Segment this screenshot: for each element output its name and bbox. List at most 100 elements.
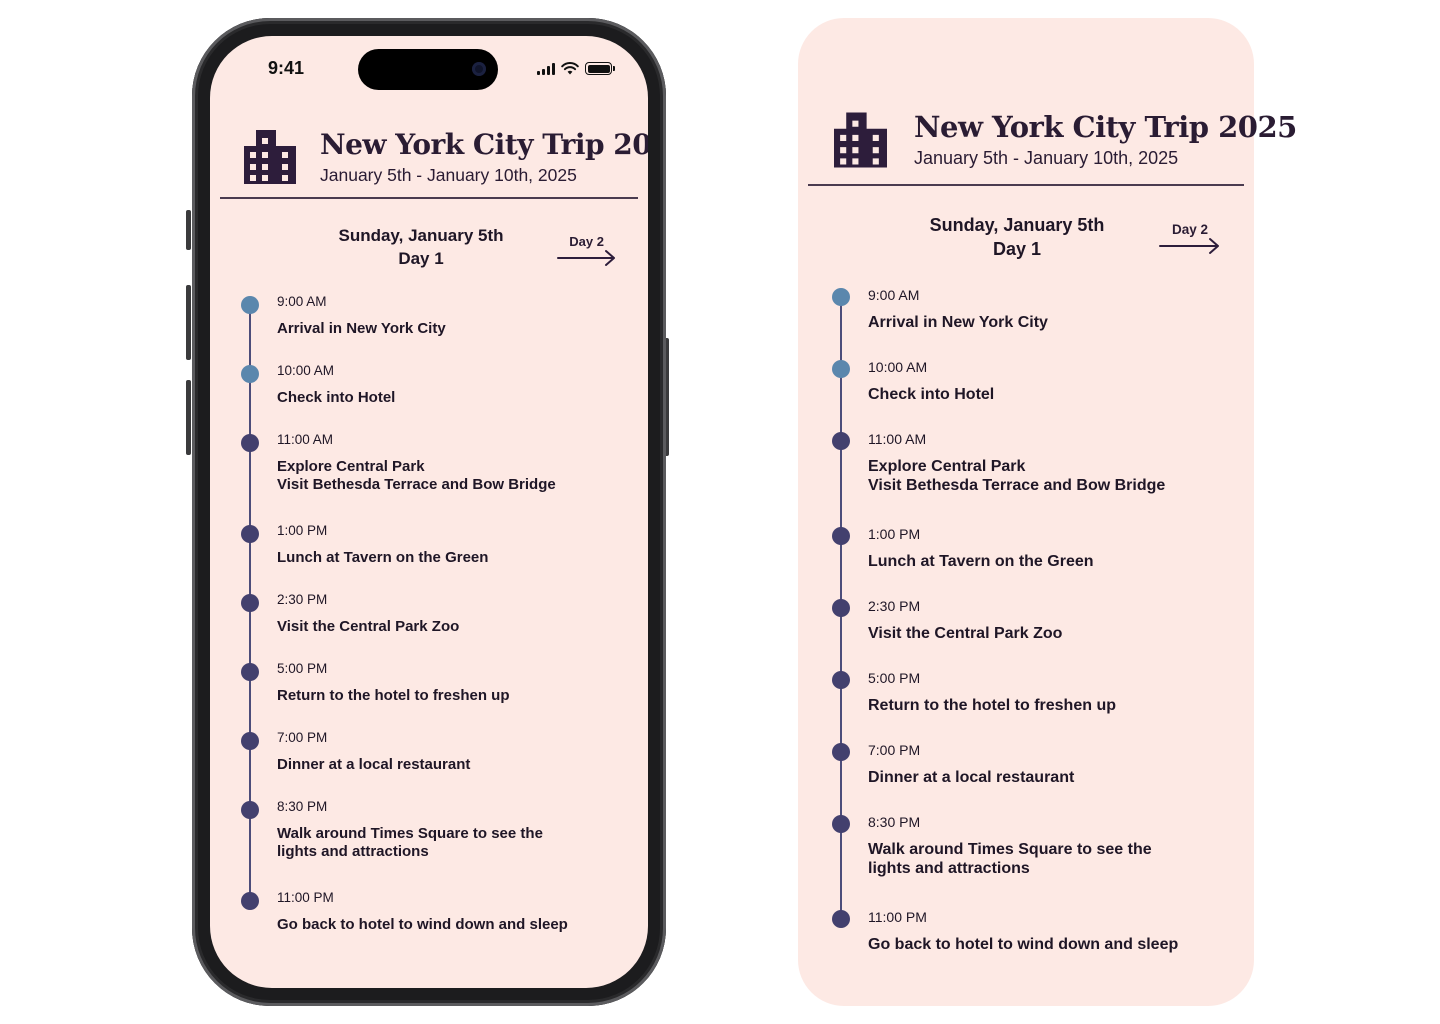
timeline-dot [832, 599, 850, 617]
event-time: 11:00 AM [277, 432, 334, 447]
event-description-line: Lunch at Tavern on the Green [868, 553, 1094, 570]
event-time: 2:30 PM [868, 598, 921, 614]
next-day-label: Day 2 [1171, 222, 1208, 237]
trip-header: New York City Trip 2025 January 5th - Ja… [834, 110, 1297, 169]
status-time: 9:41 [268, 58, 305, 78]
event-description-line: lights and attractions [868, 860, 1030, 877]
event-description-line: Go back to hotel to wind down and sleep [277, 916, 568, 933]
event-description-line: Visit the Central Park Zoo [277, 618, 460, 635]
event-time: 1:00 PM [277, 523, 328, 538]
day-date: Sunday, January 5th [929, 215, 1105, 235]
timeline-dot [241, 594, 259, 612]
event-time: 2:30 PM [277, 592, 328, 607]
building-icon [244, 130, 296, 184]
event-description: Go back to hotel to wind down and sleep [277, 916, 577, 934]
timeline-dot [832, 910, 850, 928]
event-description: Visit the Central Park Zoo [868, 624, 1188, 643]
event-description: Arrival in New York City [868, 313, 1188, 332]
timeline-dot [241, 732, 259, 750]
timeline-dot [832, 288, 850, 306]
timeline: 9:00 AM Arrival in New York City 10:00 AM C… [241, 294, 631, 936]
timeline-dot [241, 663, 259, 681]
arrow-right-icon [1159, 238, 1219, 254]
event-description: Return to the hotel to freshen up [868, 696, 1188, 715]
timeline-dot [241, 365, 259, 383]
event-description-line: Visit Bethesda Terrace and Bow Bridge [868, 477, 1166, 494]
event-description-line: Return to the hotel to freshen up [277, 687, 510, 704]
event-description: Lunch at Tavern on the Green [277, 549, 577, 567]
next-day-button[interactable]: Day 2 [1158, 222, 1222, 255]
timeline-dot [832, 527, 850, 545]
event-description: Explore Central Park Visit Bethesda Terra… [277, 458, 577, 494]
event-description: Explore Central Park Visit Bethesda Terra… [868, 457, 1188, 495]
timeline-dot [832, 671, 850, 689]
phone-volume-up-button [186, 285, 191, 360]
status-icons [537, 62, 615, 75]
event-description-line: Go back to hotel to wind down and sleep [868, 936, 1179, 953]
event-time: 10:00 AM [868, 359, 928, 375]
itinerary-card: New York City Trip 2025 January 5th - Ja… [798, 18, 1297, 1006]
camera-icon [472, 62, 486, 76]
event-description: Visit the Central Park Zoo [277, 618, 577, 636]
event-time: 10:00 AM [277, 363, 335, 378]
next-day-label: Day 2 [569, 234, 604, 249]
event-time: 8:30 PM [277, 799, 328, 814]
stage: 9:41 New York City Trip 2025 January 5th… [0, 0, 1440, 1024]
event-description: Walk around Times Square to see the light… [868, 840, 1188, 878]
trip-dates: January 5th - January 10th, 2025 [914, 148, 1179, 168]
event-description: Check into Hotel [277, 389, 577, 407]
event-description-line: Lunch at Tavern on the Green [277, 549, 489, 566]
event-time: 11:00 AM [868, 431, 927, 447]
event-time: 7:00 PM [868, 742, 921, 758]
timeline-dot [241, 434, 259, 452]
event-description-line: Arrival in New York City [277, 320, 446, 337]
event-time: 9:00 AM [868, 287, 920, 303]
event-description: Lunch at Tavern on the Green [868, 552, 1188, 571]
timeline-dot [832, 815, 850, 833]
building-icon [834, 111, 887, 168]
battery-icon [585, 62, 615, 75]
dynamic-island [358, 49, 498, 90]
header-divider [808, 184, 1244, 186]
timeline-dot [241, 892, 259, 910]
day-date: Sunday, January 5th [338, 226, 504, 245]
signal-icon [537, 62, 555, 75]
timeline-dot [832, 360, 850, 378]
event-description-line: lights and attractions [277, 843, 429, 860]
event-description-line: Visit the Central Park Zoo [868, 625, 1063, 642]
event-description-line: Dinner at a local restaurant [868, 769, 1075, 786]
event-description: Check into Hotel [868, 385, 1188, 404]
timeline-dot [832, 743, 850, 761]
arrow-right-icon [557, 250, 615, 266]
event-description-line: Dinner at a local restaurant [277, 756, 471, 773]
event-description: Return to the hotel to freshen up [277, 687, 577, 705]
event-description-line: Walk around Times Square to see the [868, 841, 1152, 858]
trip-title: New York City Trip 2025 [320, 128, 648, 161]
event-time: 11:00 PM [868, 909, 927, 925]
event-description: Arrival in New York City [277, 320, 577, 338]
timeline: 9:00 AM Arrival in New York City 10:00 AM C… [832, 287, 1232, 953]
day-heading: Sunday, January 5th Day 1 [913, 213, 1121, 261]
timeline-dot [241, 296, 259, 314]
event-description-line: Arrival in New York City [868, 314, 1048, 331]
event-description-line: Explore Central Park [868, 458, 1026, 475]
event-time: 5:00 PM [277, 661, 328, 676]
event-description-line: Visit Bethesda Terrace and Bow Bridge [277, 476, 556, 493]
event-description-line: Walk around Times Square to see the [277, 825, 543, 842]
trip-dates: January 5th - January 10th, 2025 [320, 165, 577, 185]
next-day-button[interactable]: Day 2 [556, 234, 618, 267]
timeline-dot [241, 801, 259, 819]
event-time: 11:00 PM [277, 890, 334, 905]
event-description-line: Return to the hotel to freshen up [868, 697, 1116, 714]
event-description: Dinner at a local restaurant [277, 756, 577, 774]
day-label: Day 1 [398, 249, 444, 268]
timeline-dot [832, 432, 850, 450]
event-description-line: Check into Hotel [868, 386, 995, 403]
timeline-dot [241, 525, 259, 543]
event-time: 5:00 PM [868, 670, 921, 686]
event-time: 1:00 PM [868, 526, 921, 542]
day-label: Day 1 [992, 239, 1042, 259]
wifi-icon [561, 62, 579, 75]
event-description: Go back to hotel to wind down and sleep [868, 935, 1188, 954]
phone-volume-down-button [186, 380, 191, 455]
